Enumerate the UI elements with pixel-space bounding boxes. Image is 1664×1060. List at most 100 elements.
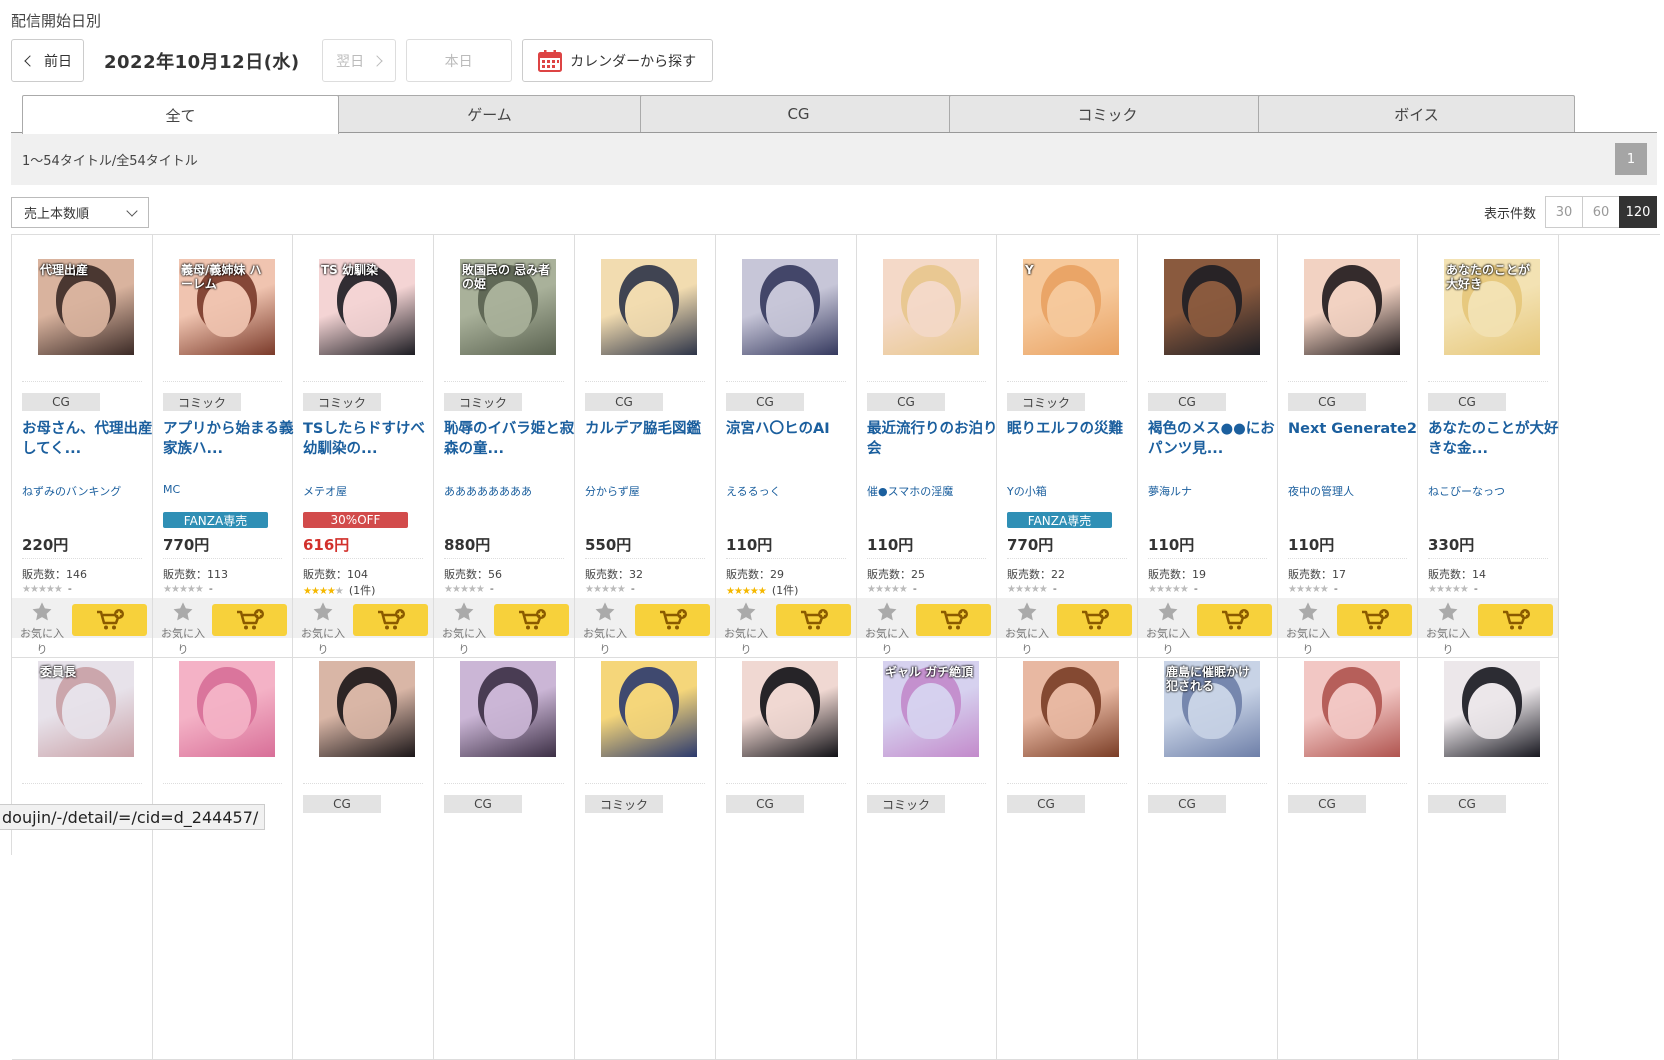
add-to-cart-button[interactable] bbox=[1057, 604, 1132, 636]
maker-link[interactable]: メテオ屋 bbox=[303, 483, 438, 499]
maker-link[interactable]: Yの小箱 bbox=[1007, 483, 1142, 499]
add-to-cart-button[interactable] bbox=[1197, 604, 1272, 636]
review-count: - bbox=[1333, 582, 1338, 595]
product-card: CG カルデア脇毛図鑑 分からず屋 550円 販売数：32 ★★★★★ - お気に入り bbox=[575, 235, 716, 658]
add-to-cart-button[interactable] bbox=[353, 604, 428, 636]
product-thumbnail[interactable] bbox=[1444, 661, 1540, 757]
product-thumbnail[interactable]: Y bbox=[1023, 259, 1119, 355]
maker-link[interactable]: MC bbox=[163, 483, 298, 496]
product-title[interactable]: 褐色のメス●●におパンツ見... bbox=[1148, 419, 1280, 459]
star-icon: ★ bbox=[1014, 584, 1024, 595]
product-thumbnail[interactable] bbox=[742, 661, 838, 757]
product-thumbnail[interactable] bbox=[1304, 661, 1400, 757]
product-title[interactable]: 眠りエルフの災難 bbox=[1007, 419, 1139, 439]
sales-count: 販売数：29 bbox=[726, 568, 784, 581]
star-icon: ★ bbox=[585, 584, 594, 595]
maker-link[interactable]: 催●スマホの淫魔 bbox=[867, 483, 1002, 499]
page-button-1[interactable]: 1 bbox=[1615, 143, 1647, 175]
product-thumbnail[interactable]: TS 幼馴染 bbox=[319, 259, 415, 355]
product-thumbnail[interactable] bbox=[601, 259, 697, 355]
cart-plus-icon bbox=[1502, 609, 1530, 630]
tab-comic[interactable]: コミック bbox=[949, 95, 1266, 132]
maker-link[interactable]: ねずみのバンキング bbox=[22, 483, 157, 499]
add-to-cart-button[interactable] bbox=[1337, 604, 1412, 636]
divider bbox=[1428, 783, 1548, 784]
sort-select[interactable]: 売上本数順 bbox=[11, 197, 149, 228]
prev-day-button[interactable]: 前日 bbox=[11, 39, 84, 82]
product-title[interactable]: 恥辱のイバラ姫と寂森の童... bbox=[444, 419, 576, 459]
divider bbox=[22, 381, 142, 382]
star-icon: ★ bbox=[53, 584, 63, 595]
product-title[interactable]: 最近流行りのお泊り会 bbox=[867, 419, 999, 459]
product-thumbnail[interactable]: ギャル ガチ絶頂 bbox=[883, 661, 979, 757]
product-thumbnail[interactable] bbox=[601, 661, 697, 757]
product-thumbnail[interactable]: 委員長 bbox=[38, 661, 134, 757]
product-thumbnail[interactable] bbox=[883, 259, 979, 355]
product-thumbnail[interactable] bbox=[460, 661, 556, 757]
product-title[interactable]: Next Generate2 bbox=[1288, 419, 1420, 439]
tab-game[interactable]: ゲーム bbox=[331, 95, 648, 132]
maker-link[interactable]: 夢海ルナ bbox=[1148, 483, 1283, 499]
product-title[interactable]: 涼宮ハ〇ヒのAI bbox=[726, 419, 858, 439]
star-icon: ★ bbox=[898, 584, 908, 595]
product-thumbnail[interactable]: 義母/義姉妹 ハーレム bbox=[179, 259, 275, 355]
product-thumbnail[interactable]: 代理出産 bbox=[38, 259, 134, 355]
add-to-cart-button[interactable] bbox=[1478, 604, 1553, 636]
sales-count: 販売数：22 bbox=[1007, 568, 1065, 581]
product-thumbnail[interactable] bbox=[742, 259, 838, 355]
add-to-cart-button[interactable] bbox=[635, 604, 710, 636]
price: 110円 bbox=[1288, 536, 1335, 554]
add-to-cart-button[interactable] bbox=[776, 604, 851, 636]
maker-link[interactable]: ああああああああ bbox=[444, 483, 579, 499]
product-title[interactable]: あなたのことが大好きな金... bbox=[1428, 419, 1560, 459]
thumbnail-figure bbox=[766, 683, 814, 739]
tab-all[interactable]: 全て bbox=[22, 95, 339, 134]
add-to-cart-button[interactable] bbox=[494, 604, 569, 636]
maker-link[interactable]: ねこびーなっつ bbox=[1428, 483, 1563, 499]
divider bbox=[726, 558, 846, 559]
star-icon: ★ bbox=[186, 584, 196, 595]
review-count: (1件) bbox=[348, 584, 376, 597]
product-card: 鹿島に催眠かけ 犯される CG bbox=[1138, 637, 1278, 1060]
product-thumbnail[interactable] bbox=[319, 661, 415, 757]
star-icon: ★ bbox=[867, 584, 876, 595]
rating-stars: ★★★★★ - bbox=[1148, 582, 1198, 595]
add-to-cart-button[interactable] bbox=[72, 604, 147, 636]
product-thumbnail[interactable]: 鹿島に催眠かけ 犯される bbox=[1164, 661, 1260, 757]
review-count: - bbox=[630, 582, 635, 595]
product-thumbnail[interactable] bbox=[1304, 259, 1400, 355]
product-thumbnail[interactable]: あなたのことが大好き bbox=[1444, 259, 1540, 355]
maker-link[interactable]: えるるっく bbox=[726, 483, 861, 499]
product-card: CG 最近流行りのお泊り会 催●スマホの淫魔 110円 販売数：25 ★★★★★ - お気に入… bbox=[857, 235, 999, 658]
today-button[interactable]: 本日 bbox=[405, 39, 512, 82]
tab-cg[interactable]: CG bbox=[640, 95, 957, 132]
divider bbox=[303, 783, 423, 784]
sales-count: 販売数：14 bbox=[1428, 568, 1486, 581]
star-icon: ★ bbox=[1443, 584, 1453, 595]
calendar-button[interactable]: カレンダーから探す bbox=[521, 39, 713, 82]
next-day-button[interactable]: 翌日 bbox=[321, 39, 396, 82]
review-count: - bbox=[1193, 582, 1198, 595]
per-page-30[interactable]: 30 bbox=[1545, 196, 1583, 228]
product-title[interactable]: アプリから始まる義家族ハ... bbox=[163, 419, 295, 459]
add-to-cart-button[interactable] bbox=[916, 604, 991, 636]
maker-link[interactable]: 分からず屋 bbox=[585, 483, 720, 499]
add-to-cart-button[interactable] bbox=[212, 604, 287, 636]
star-icon: ★ bbox=[1179, 584, 1189, 595]
product-title[interactable]: カルデア脇毛図鑑 bbox=[585, 419, 717, 439]
product-title[interactable]: お母さん、代理出産してく... bbox=[22, 419, 154, 459]
per-page-60[interactable]: 60 bbox=[1582, 196, 1620, 228]
price: 550円 bbox=[585, 536, 632, 554]
product-thumbnail[interactable] bbox=[179, 661, 275, 757]
product-title[interactable]: TSしたらドすけべ幼馴染の... bbox=[303, 419, 435, 459]
product-thumbnail[interactable] bbox=[1023, 661, 1119, 757]
star-icon bbox=[877, 602, 897, 621]
category-badge: CG bbox=[1428, 393, 1506, 411]
product-thumbnail[interactable]: 敗国民の 忌み者の姫 bbox=[460, 259, 556, 355]
per-page-120[interactable]: 120 bbox=[1619, 196, 1657, 228]
maker-link[interactable]: 夜中の管理人 bbox=[1288, 483, 1423, 499]
tab-voice[interactable]: ボイス bbox=[1258, 95, 1575, 132]
product-thumbnail[interactable] bbox=[1164, 259, 1260, 355]
divider bbox=[444, 558, 564, 559]
card-actions: お気に入り bbox=[575, 598, 715, 656]
